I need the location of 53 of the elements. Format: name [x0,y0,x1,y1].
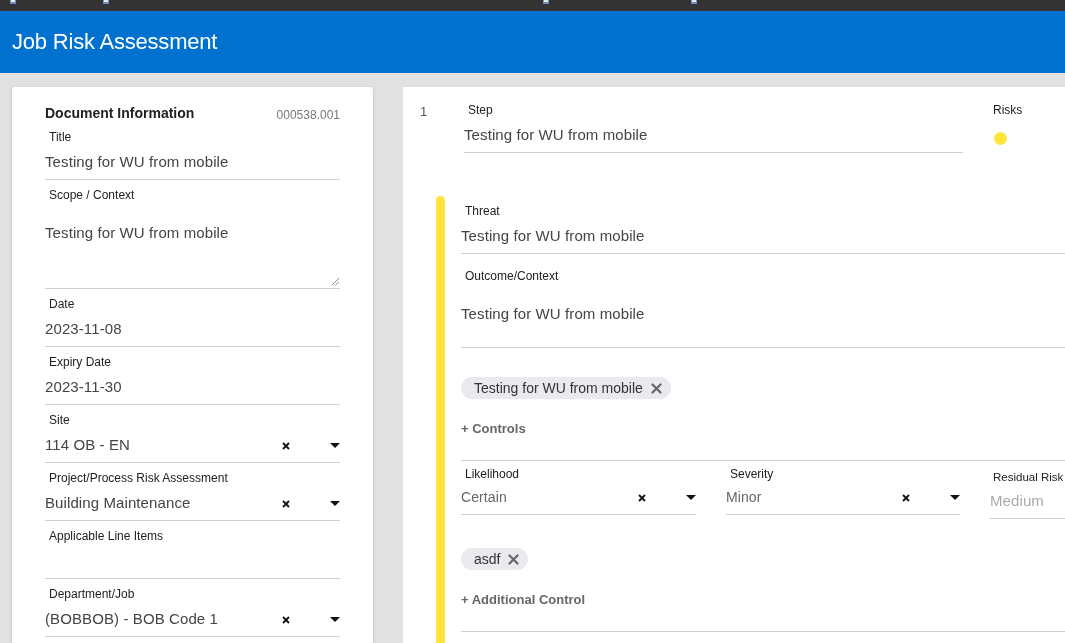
control-chip[interactable]: Testing for WU from mobile [461,377,671,399]
field-label: Severity [729,466,775,482]
input-field[interactable]: Testing for WU from mobile [461,226,1065,254]
app-icon[interactable] [10,0,16,4]
page-title: Job Risk Assessment [12,29,218,55]
clear-icon[interactable] [282,442,290,450]
input-field[interactable]: 2023-11-30 [45,377,340,405]
input-field[interactable]: Testing for WU from mobile [464,125,963,153]
field-label: Date [48,296,76,312]
input-field[interactable]: Testing for WU from mobile [45,152,340,180]
clear-icon[interactable] [638,494,646,502]
field-label: Department/Job [48,586,136,602]
clear-icon[interactable] [282,616,290,624]
field-label: Threat [464,203,501,219]
field-label: Residual Risk [992,470,1065,485]
field-label: Step [467,102,494,118]
readonly-field: Medium [990,491,1065,519]
caret-icon[interactable] [686,494,696,500]
column-label: Risks [993,102,1023,118]
section-heading: Document Information [45,104,195,122]
field-label: Scope / Context [48,187,136,203]
field-label: Title [48,129,73,145]
field-label: Likelihood [464,466,521,482]
add-control-link[interactable]: + Controls [461,420,526,438]
remove-icon[interactable] [508,553,520,565]
select-field[interactable]: Building Maintenance [45,493,340,521]
control-chip[interactable]: asdf [461,548,529,570]
clear-icon[interactable] [902,494,910,502]
field-label: Applicable Line Items [48,528,165,544]
app-icon[interactable] [691,0,697,4]
caret-icon[interactable] [330,616,340,622]
remove-icon[interactable] [650,382,662,394]
input-field[interactable]: 2023-11-08 [45,319,340,347]
field-label: Site [48,412,71,428]
caret-icon[interactable] [330,442,340,448]
field-label: Project/Process Risk Assessment [48,470,229,486]
document-number: 000538.001 [276,106,340,124]
app-icon[interactable] [543,0,549,4]
select-field[interactable]: Certain [461,487,696,515]
select-field[interactable]: 114 OB - EN [45,435,340,463]
app-icon[interactable] [103,0,109,4]
clear-icon[interactable] [282,500,290,508]
text-area[interactable]: Testing for WU from mobile [45,203,340,289]
caret-icon[interactable] [330,500,340,506]
field-label: Outcome/Context [464,268,560,284]
text-area[interactable]: Testing for WU from mobile [461,284,1065,348]
step-number: 1 [420,104,429,120]
field-label: Expiry Date [48,354,113,370]
resize-handle-icon[interactable] [332,278,339,285]
add-control-link[interactable]: + Additional Control [461,591,586,609]
caret-icon[interactable] [950,494,960,500]
select-field[interactable]: (BOBBOB) - BOB Code 1 [45,609,340,637]
select-field[interactable]: Minor [726,487,960,515]
